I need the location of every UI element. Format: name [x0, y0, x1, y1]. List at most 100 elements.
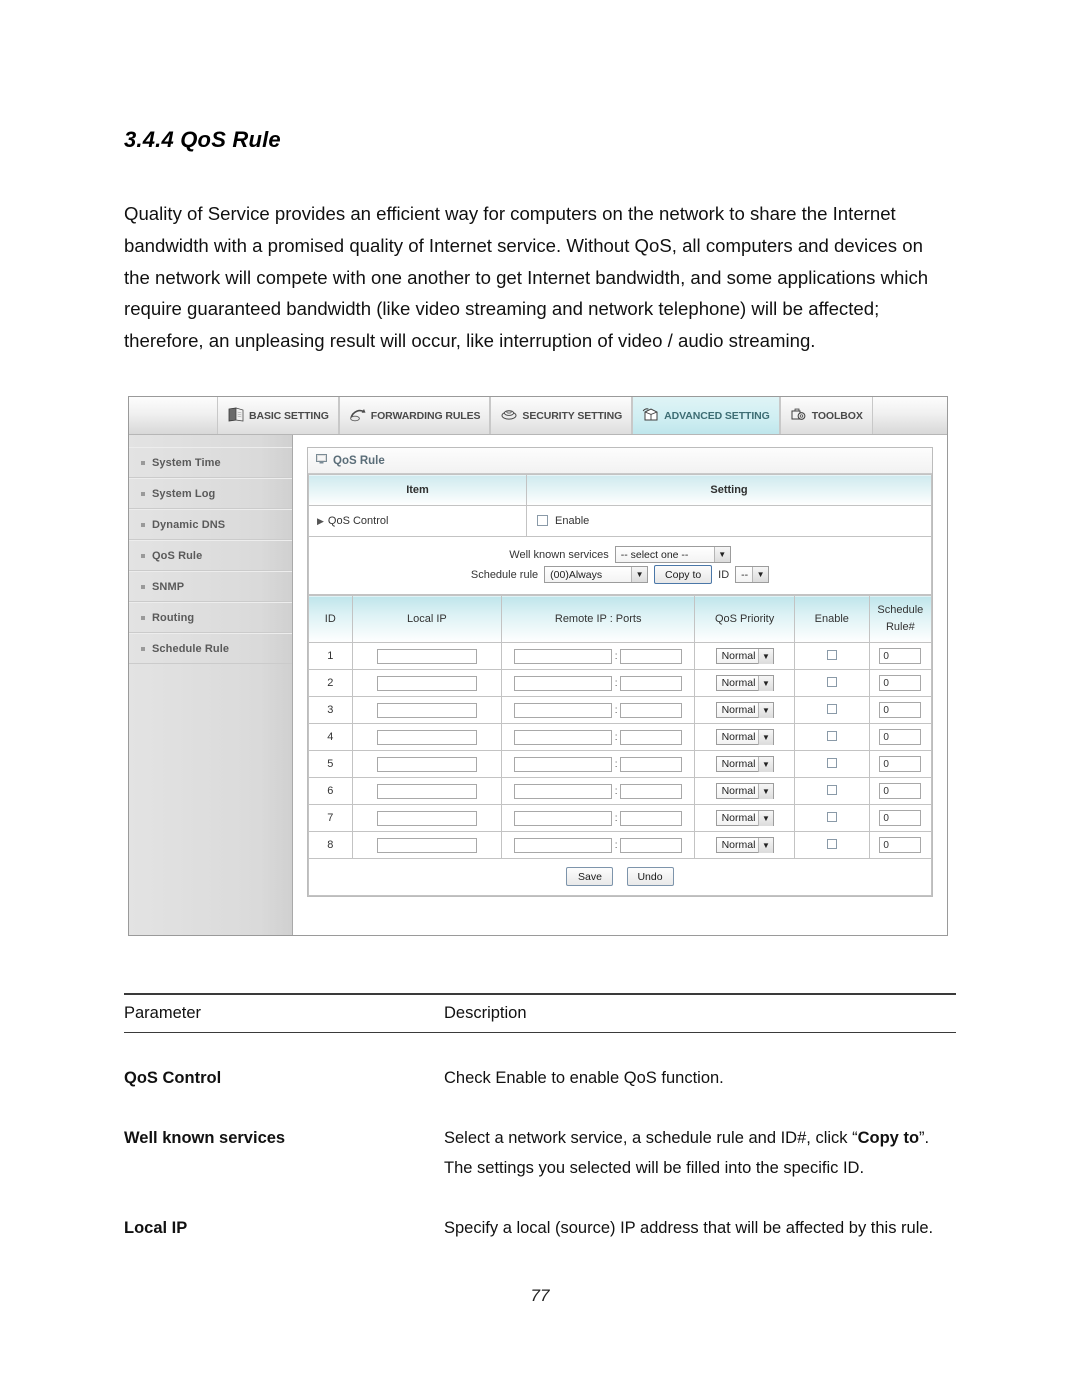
row-enable-checkbox[interactable] — [826, 784, 837, 795]
local-ip-input[interactable] — [376, 837, 477, 853]
remote-port-input[interactable] — [620, 783, 683, 799]
remote-port-input[interactable] — [620, 837, 683, 853]
id-select[interactable]: -- ▼ — [735, 566, 770, 583]
well-known-services-label: Well known services — [509, 548, 609, 561]
remote-port-input[interactable] — [620, 675, 683, 691]
qos-control-enable-checkbox[interactable] — [537, 515, 549, 526]
qos-priority-select[interactable]: Normal ▼ — [715, 837, 774, 853]
save-button[interactable]: Save — [566, 867, 614, 886]
remote-port-input[interactable] — [620, 756, 683, 772]
tab-basic-setting[interactable]: BASIC SETTING — [217, 397, 339, 434]
local-ip-input[interactable] — [376, 729, 477, 745]
remote-ip-input[interactable] — [514, 783, 613, 799]
schedule-rule-input[interactable]: 0 — [879, 675, 922, 691]
colon-separator: : — [614, 704, 618, 716]
tab-toolbox[interactable]: TOOLBOX — [779, 397, 873, 434]
tab-security-setting[interactable]: SECURITY SETTING — [490, 397, 633, 434]
sidebar-item-qos-rule[interactable]: QoS Rule — [129, 540, 292, 571]
remote-ip-input[interactable] — [514, 837, 613, 853]
sidebar-item-system-time[interactable]: System Time — [129, 447, 292, 478]
row-enable-checkbox[interactable] — [826, 757, 837, 768]
remote-ip-input[interactable] — [514, 648, 613, 664]
tab-label: TOOLBOX — [811, 409, 863, 422]
qos-priority-select[interactable]: Normal ▼ — [715, 702, 774, 718]
local-ip-input[interactable] — [376, 675, 477, 691]
schedule-rule-input[interactable]: 0 — [879, 837, 922, 853]
local-ip-cell — [351, 804, 503, 832]
qos-rule-panel: QoS Rule Item Setting ▶ QoS Control Enab… — [307, 447, 933, 897]
description-part-1: Select a network service, a schedule rul… — [444, 1129, 858, 1147]
schedule-rule-input[interactable]: 0 — [879, 756, 922, 772]
tab-advanced-setting[interactable]: ADVANCED SETTING — [632, 397, 780, 434]
parameter-name: Local IP — [124, 1219, 188, 1237]
row-enable-checkbox[interactable] — [826, 649, 837, 660]
local-ip-input[interactable] — [376, 702, 477, 718]
schedule-rule-input[interactable]: 0 — [879, 648, 922, 664]
chevron-down-icon: ▼ — [758, 810, 773, 826]
colon-separator: : — [614, 650, 618, 662]
schedule-rule-input[interactable]: 0 — [879, 729, 922, 745]
row-id: 2 — [308, 669, 353, 697]
local-ip-input[interactable] — [376, 756, 477, 772]
qos-priority-select[interactable]: Normal ▼ — [715, 756, 774, 772]
rules-body: 1 : Normal ▼ 0 2 : Normal ▼ 0 3: Normal… — [308, 642, 933, 896]
row-enable-checkbox[interactable] — [826, 838, 837, 849]
qos-priority-select[interactable]: Normal ▼ — [715, 810, 774, 826]
manual-page: 3.4.4 QoS Rule Quality of Service provid… — [0, 0, 1080, 1397]
sidebar-item-label: System Log — [152, 487, 216, 500]
local-ip-input[interactable] — [376, 810, 477, 826]
qos-priority-select[interactable]: Normal ▼ — [715, 648, 774, 664]
undo-button[interactable]: Undo — [626, 867, 674, 886]
enable-cell — [793, 669, 870, 697]
qos-control-enable-label: Enable — [555, 515, 590, 527]
page-title: 3.4.4 QoS Rule — [124, 127, 281, 152]
sidebar-item-label: System Time — [152, 456, 221, 469]
colon-separator: : — [614, 812, 618, 824]
gear-box-icon — [642, 407, 660, 425]
sidebar-item-snmp[interactable]: SNMP — [129, 571, 292, 602]
schedule-rule-input[interactable]: 0 — [879, 810, 922, 826]
qos-priority-value: Normal — [721, 650, 756, 662]
remote-port-input[interactable] — [620, 810, 683, 826]
schedule-rule-input[interactable]: 0 — [879, 783, 922, 799]
remote-port-input[interactable] — [620, 648, 683, 664]
sidebar-item-routing[interactable]: Routing — [129, 602, 292, 633]
remote-ip-ports-cell: : — [501, 831, 696, 859]
main-navigation: BASIC SETTING FORWARDING RULES SECURITY … — [129, 397, 947, 435]
qos-priority-value: Normal — [721, 812, 756, 824]
bullet-icon — [141, 615, 145, 620]
row-enable-checkbox[interactable] — [826, 703, 837, 714]
table-row: 3 : Normal ▼ 0 — [308, 696, 933, 724]
row-enable-checkbox[interactable] — [826, 730, 837, 741]
qos-priority-select[interactable]: Normal ▼ — [715, 675, 774, 691]
table-row: 6 : Normal ▼ 0 — [308, 777, 933, 805]
qos-priority-select[interactable]: Normal ▼ — [715, 729, 774, 745]
row-id: 8 — [308, 831, 353, 859]
tab-forwarding-rules[interactable]: FORWARDING RULES — [338, 397, 491, 434]
sidebar-item-schedule-rule[interactable]: Schedule Rule — [129, 633, 292, 664]
remote-ip-input[interactable] — [514, 810, 613, 826]
remote-ip-input[interactable] — [514, 675, 613, 691]
row-enable-checkbox[interactable] — [826, 676, 837, 687]
local-ip-input[interactable] — [376, 783, 477, 799]
sidebar-item-system-log[interactable]: System Log — [129, 478, 292, 509]
remote-port-input[interactable] — [620, 702, 683, 718]
schedule-rule-cell: 0 — [868, 669, 933, 697]
remote-port-input[interactable] — [620, 729, 683, 745]
bullet-icon — [141, 491, 145, 496]
schedule-rule-select[interactable]: (00)Always ▼ — [544, 566, 649, 583]
row-enable-checkbox[interactable] — [826, 811, 837, 822]
qos-priority-select[interactable]: Normal ▼ — [715, 783, 774, 799]
qos-control-row: ▶ QoS Control Enable — [307, 505, 932, 537]
well-known-services-select[interactable]: -- select one -- ▼ — [614, 546, 731, 563]
remote-ip-input[interactable] — [514, 729, 613, 745]
column-header-parameter: Parameter — [124, 1004, 202, 1022]
schedule-rule-input[interactable]: 0 — [879, 702, 922, 718]
remote-ip-input[interactable] — [514, 756, 613, 772]
sidebar-item-dynamic-dns[interactable]: Dynamic DNS — [129, 509, 292, 540]
copy-to-button[interactable]: Copy to — [654, 565, 713, 584]
local-ip-input[interactable] — [376, 648, 477, 664]
remote-ip-input[interactable] — [514, 702, 613, 718]
table-rule-bottom — [124, 1032, 956, 1033]
triangle-bullet-icon: ▶ — [317, 516, 324, 526]
